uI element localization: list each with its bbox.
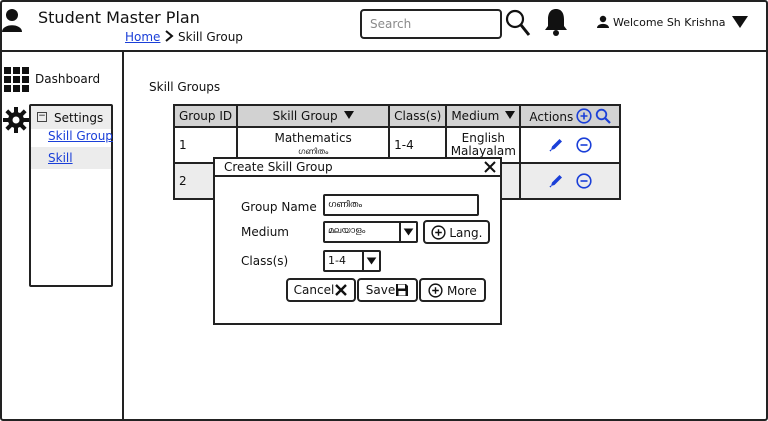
column-label: Class(s) — [394, 109, 442, 123]
minus-circle-icon[interactable] — [576, 137, 592, 153]
sidebar-item-skill[interactable]: Skill — [31, 147, 111, 169]
grid-icon — [4, 67, 29, 92]
column-label: Group ID — [179, 109, 233, 123]
save-label: Save — [365, 283, 396, 297]
column-label: Medium — [451, 109, 500, 123]
group-name-label: Group Name — [241, 200, 317, 214]
plus-circle-icon — [428, 282, 443, 298]
column-header-classes: Class(s) — [388, 104, 448, 128]
save-button[interactable]: Save — [357, 278, 418, 302]
chevron-down-icon — [362, 252, 377, 270]
settings-header[interactable]: − Settings — [31, 106, 111, 129]
close-icon — [335, 284, 348, 296]
app-title: Student Master Plan — [38, 8, 200, 27]
create-skill-group-dialog: Create Skill Group Group Name Medium മലയ… — [213, 157, 502, 325]
dialog-title: Create Skill Group — [224, 160, 333, 174]
column-header-actions: Actions — [519, 104, 622, 128]
welcome-text: Welcome Sh Krishna — [613, 16, 726, 29]
table-header-row: Group ID Skill Group Class(s) Medium Act… — [172, 104, 622, 128]
welcome-user[interactable]: Welcome Sh Krishna — [597, 15, 725, 31]
more-label: More — [447, 283, 477, 298]
cell-actions — [519, 162, 622, 200]
add-language-label: Lang. — [449, 225, 483, 240]
plus-circle-icon[interactable] — [576, 108, 592, 124]
medium-select[interactable]: മലയാളം — [323, 221, 418, 243]
breadcrumb-current: Skill Group — [178, 30, 243, 44]
column-label: Skill Group — [272, 109, 338, 123]
more-button[interactable]: More — [419, 278, 486, 302]
sort-down-icon[interactable] — [505, 111, 516, 119]
skill-group-name: Mathematics — [274, 131, 352, 145]
sort-down-icon[interactable] — [343, 111, 354, 119]
pencil-icon[interactable] — [548, 173, 564, 189]
classes-select[interactable]: 1-4 — [323, 250, 381, 272]
cell-actions — [519, 126, 622, 164]
plus-circle-icon — [430, 224, 446, 240]
medium-select-value: മലയാളം — [328, 226, 366, 236]
breadcrumb-home-link[interactable]: Home — [125, 30, 160, 44]
search-icon[interactable] — [595, 108, 612, 124]
medium-label: Medium — [241, 225, 289, 239]
classes-label: Class(s) — [241, 254, 289, 268]
cancel-button[interactable]: Cancel — [286, 278, 356, 302]
sidebar-link-skill-group[interactable]: Skill Group — [48, 129, 113, 143]
chevron-down-icon — [399, 223, 414, 241]
top-header: Student Master Plan Home Skill Group Wel… — [0, 0, 768, 52]
close-icon[interactable] — [483, 160, 497, 174]
chevron-down-icon[interactable] — [731, 15, 749, 29]
search-input[interactable] — [360, 9, 502, 39]
pencil-icon[interactable] — [548, 137, 564, 153]
user-icon — [597, 15, 609, 28]
column-header-skill-group[interactable]: Skill Group — [236, 104, 391, 128]
column-label: Actions — [529, 110, 574, 124]
sidebar-item-label: Dashboard — [35, 72, 101, 86]
bell-icon[interactable] — [543, 7, 569, 37]
user-icon — [2, 9, 22, 32]
page-title: Skill Groups — [149, 80, 221, 94]
group-name-field[interactable] — [323, 194, 479, 216]
column-header-medium[interactable]: Medium — [445, 104, 522, 128]
settings-label: Settings — [54, 111, 104, 125]
column-header-group-id: Group ID — [172, 104, 239, 128]
cancel-label: Cancel — [293, 283, 335, 297]
minus-circle-icon[interactable] — [576, 173, 592, 189]
chevron-right-icon — [165, 30, 174, 42]
dialog-title-bar: Create Skill Group — [215, 159, 500, 177]
collapse-icon[interactable]: − — [37, 112, 47, 122]
add-language-button[interactable]: Lang. — [423, 220, 490, 244]
sidebar: Dashboard − Settings Skill Group Skill — [0, 52, 124, 421]
classes-select-value: 1-4 — [328, 254, 346, 267]
search-icon[interactable] — [505, 9, 531, 37]
sidebar-link-skill[interactable]: Skill — [48, 151, 73, 165]
gear-icon — [3, 107, 29, 133]
floppy-icon — [396, 284, 409, 296]
